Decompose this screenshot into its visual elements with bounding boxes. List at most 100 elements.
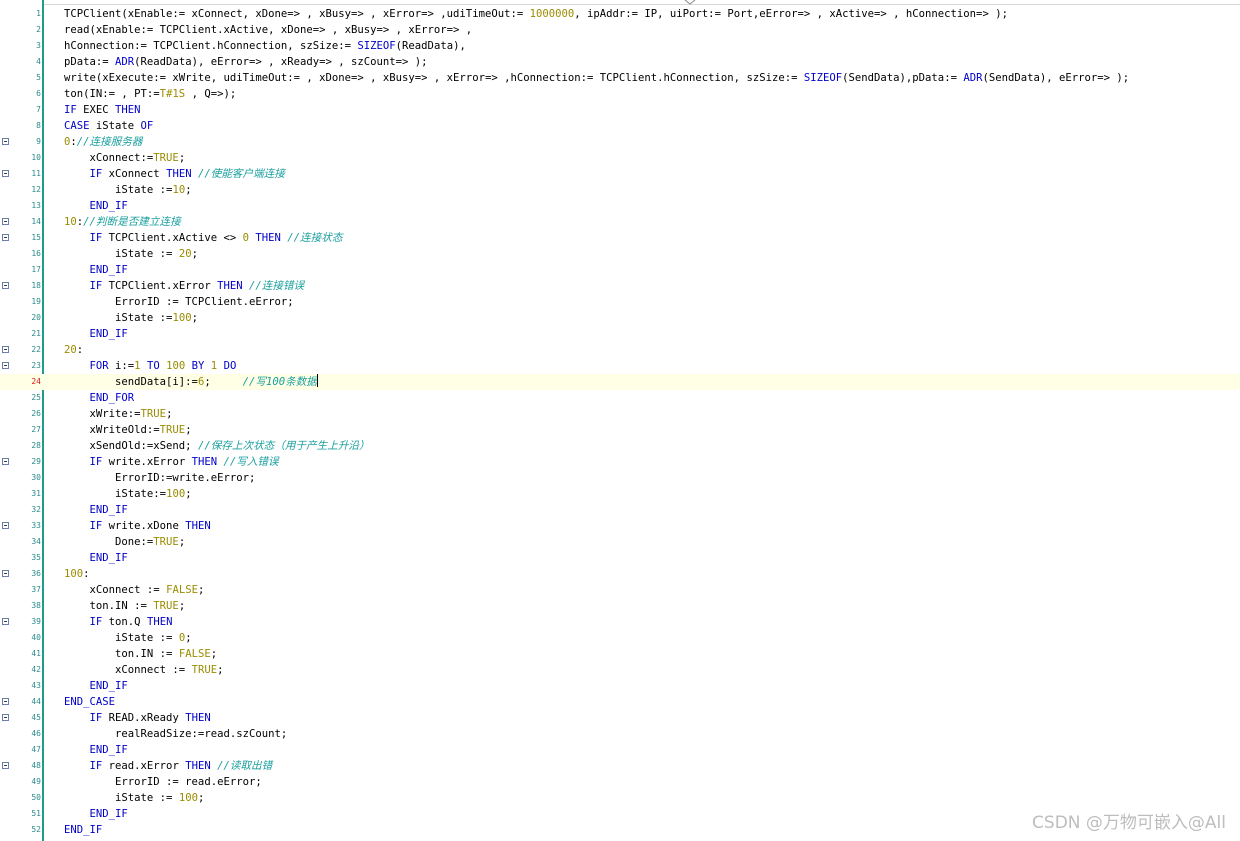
- code-editor[interactable]: 1 TCPClient(xEnable:= xConnect, xDone=> ,…: [0, 0, 1240, 841]
- code-text[interactable]: xWriteOld:=TRUE;: [64, 422, 192, 438]
- code-text[interactable]: iState:=100;: [64, 486, 192, 502]
- code-line[interactable]: 33 IF write.xDone THEN: [0, 518, 1240, 534]
- code-line[interactable]: 1 TCPClient(xEnable:= xConnect, xDone=> ,…: [0, 6, 1240, 22]
- code-text[interactable]: pData:= ADR(ReadData), eError=> , xReady…: [64, 54, 428, 70]
- code-text[interactable]: END_IF: [64, 198, 128, 214]
- code-text[interactable]: END_FOR: [64, 390, 135, 406]
- fold-toggle-icon[interactable]: [2, 522, 9, 529]
- code-line[interactable]: 42 xConnect := TRUE;: [0, 662, 1240, 678]
- code-line[interactable]: 50 iState := 100;: [0, 790, 1240, 806]
- code-line[interactable]: 49 ErrorID := read.eError;: [0, 774, 1240, 790]
- fold-toggle-icon[interactable]: [2, 346, 9, 353]
- code-text[interactable]: hConnection:= TCPClient.hConnection, szS…: [64, 38, 466, 54]
- fold-toggle-icon[interactable]: [2, 698, 9, 705]
- code-text[interactable]: IF TCPClient.xActive <> 0 THEN //连接状态: [64, 230, 343, 246]
- code-text[interactable]: IF READ.xReady THEN: [64, 710, 211, 726]
- code-text[interactable]: IF read.xError THEN //读取出错: [64, 758, 273, 774]
- code-line[interactable]: 26 xWrite:=TRUE;: [0, 406, 1240, 422]
- code-line[interactable]: 8 CASE iState OF: [0, 118, 1240, 134]
- fold-toggle-icon[interactable]: [2, 570, 9, 577]
- code-line[interactable]: 41 ton.IN := FALSE;: [0, 646, 1240, 662]
- code-text[interactable]: 10://判断是否建立连接: [64, 214, 181, 230]
- code-line[interactable]: 2 read(xEnable:= TCPClient.xActive, xDone…: [0, 22, 1240, 38]
- code-text[interactable]: sendData[i]:=6; //写100条数据: [64, 374, 318, 390]
- code-text[interactable]: IF EXEC THEN: [64, 102, 141, 118]
- code-line[interactable]: 40 iState := 0;: [0, 630, 1240, 646]
- code-text[interactable]: ErrorID := read.eError;: [64, 774, 262, 790]
- fold-toggle-icon[interactable]: [2, 234, 9, 241]
- code-text[interactable]: END_IF: [64, 262, 128, 278]
- code-line[interactable]: 37 xConnect := FALSE;: [0, 582, 1240, 598]
- code-text[interactable]: END_IF: [64, 806, 128, 822]
- code-line[interactable]: 34 Done:=TRUE;: [0, 534, 1240, 550]
- code-line[interactable]: 24 sendData[i]:=6; //写100条数据: [0, 374, 1240, 390]
- code-line[interactable]: 43 END_IF: [0, 678, 1240, 694]
- code-text[interactable]: iState := 100;: [64, 790, 204, 806]
- code-line[interactable]: 45 IF READ.xReady THEN: [0, 710, 1240, 726]
- code-text[interactable]: FOR i:=1 TO 100 BY 1 DO: [64, 358, 237, 374]
- code-line[interactable]: 21 END_IF: [0, 326, 1240, 342]
- code-text[interactable]: 100:: [64, 566, 90, 582]
- code-line[interactable]: 20 iState :=100;: [0, 310, 1240, 326]
- code-text[interactable]: write(xExecute:= xWrite, udiTimeOut:= , …: [64, 70, 1129, 86]
- fold-toggle-icon[interactable]: [2, 282, 9, 289]
- code-text[interactable]: IF write.xDone THEN: [64, 518, 211, 534]
- code-line[interactable]: 13 END_IF: [0, 198, 1240, 214]
- code-line[interactable]: 17 END_IF: [0, 262, 1240, 278]
- code-text[interactable]: Done:=TRUE;: [64, 534, 185, 550]
- code-text[interactable]: IF TCPClient.xError THEN //连接错误: [64, 278, 305, 294]
- fold-toggle-icon[interactable]: [2, 458, 9, 465]
- fold-toggle-icon[interactable]: [2, 362, 9, 369]
- code-line[interactable]: 29 IF write.xError THEN //写入错误: [0, 454, 1240, 470]
- code-text[interactable]: xConnect:=TRUE;: [64, 150, 186, 166]
- code-line[interactable]: 30 ErrorID:=write.eError;: [0, 470, 1240, 486]
- code-text[interactable]: realReadSize:=read.szCount;: [64, 726, 287, 742]
- code-line[interactable]: 12 iState :=10;: [0, 182, 1240, 198]
- code-line[interactable]: 16 iState := 20;: [0, 246, 1240, 262]
- code-text[interactable]: END_IF: [64, 550, 128, 566]
- fold-toggle-icon[interactable]: [2, 762, 9, 769]
- code-line[interactable]: 4 pData:= ADR(ReadData), eError=> , xRead…: [0, 54, 1240, 70]
- code-line[interactable]: 31 iState:=100;: [0, 486, 1240, 502]
- code-line[interactable]: 7 IF EXEC THEN: [0, 102, 1240, 118]
- code-text[interactable]: iState := 20;: [64, 246, 198, 262]
- splitter-handle-icon[interactable]: [683, 0, 697, 5]
- code-line[interactable]: 44 END_CASE: [0, 694, 1240, 710]
- code-text[interactable]: xWrite:=TRUE;: [64, 406, 173, 422]
- code-text[interactable]: END_IF: [64, 678, 128, 694]
- code-line[interactable]: 15 IF TCPClient.xActive <> 0 THEN //连接状态: [0, 230, 1240, 246]
- code-text[interactable]: CASE iState OF: [64, 118, 153, 134]
- code-text[interactable]: END_IF: [64, 502, 128, 518]
- code-line[interactable]: 28 xSendOld:=xSend; //保存上次状态（用于产生上升沿）: [0, 438, 1240, 454]
- fold-toggle-icon[interactable]: [2, 170, 9, 177]
- code-line[interactable]: 35 END_IF: [0, 550, 1240, 566]
- code-text[interactable]: ErrorID := TCPClient.eError;: [64, 294, 294, 310]
- code-text[interactable]: ton.IN := TRUE;: [64, 598, 186, 614]
- code-line[interactable]: 5 write(xExecute:= xWrite, udiTimeOut:= ,…: [0, 70, 1240, 86]
- code-line[interactable]: 3 hConnection:= TCPClient.hConnection, sz…: [0, 38, 1240, 54]
- code-text[interactable]: IF ton.Q THEN: [64, 614, 173, 630]
- code-text[interactable]: IF write.xError THEN //写入错误: [64, 454, 279, 470]
- code-line[interactable]: 39 IF ton.Q THEN: [0, 614, 1240, 630]
- code-line[interactable]: 19 ErrorID := TCPClient.eError;: [0, 294, 1240, 310]
- fold-toggle-icon[interactable]: [2, 218, 9, 225]
- code-line[interactable]: 10 xConnect:=TRUE;: [0, 150, 1240, 166]
- code-line[interactable]: 36 100:: [0, 566, 1240, 582]
- code-line[interactable]: 47 END_IF: [0, 742, 1240, 758]
- code-line[interactable]: 27 xWriteOld:=TRUE;: [0, 422, 1240, 438]
- code-line[interactable]: 6 ton(IN:= , PT:=T#1S , Q=>);: [0, 86, 1240, 102]
- code-line[interactable]: 14 10://判断是否建立连接: [0, 214, 1240, 230]
- code-text[interactable]: END_CASE: [64, 694, 115, 710]
- code-line[interactable]: 46 realReadSize:=read.szCount;: [0, 726, 1240, 742]
- code-text[interactable]: xConnect := FALSE;: [64, 582, 205, 598]
- code-text[interactable]: END_IF: [64, 822, 102, 838]
- code-line[interactable]: 18 IF TCPClient.xError THEN //连接错误: [0, 278, 1240, 294]
- code-line[interactable]: 9 0://连接服务器: [0, 134, 1240, 150]
- code-text[interactable]: xSendOld:=xSend; //保存上次状态（用于产生上升沿）: [64, 438, 370, 454]
- code-text[interactable]: IF xConnect THEN //使能客户端连接: [64, 166, 285, 182]
- code-line[interactable]: 48 IF read.xError THEN //读取出错: [0, 758, 1240, 774]
- code-text[interactable]: ton.IN := FALSE;: [64, 646, 217, 662]
- code-text[interactable]: ErrorID:=write.eError;: [64, 470, 255, 486]
- code-text[interactable]: 0://连接服务器: [64, 134, 143, 150]
- code-lines[interactable]: 1 TCPClient(xEnable:= xConnect, xDone=> ,…: [0, 6, 1240, 838]
